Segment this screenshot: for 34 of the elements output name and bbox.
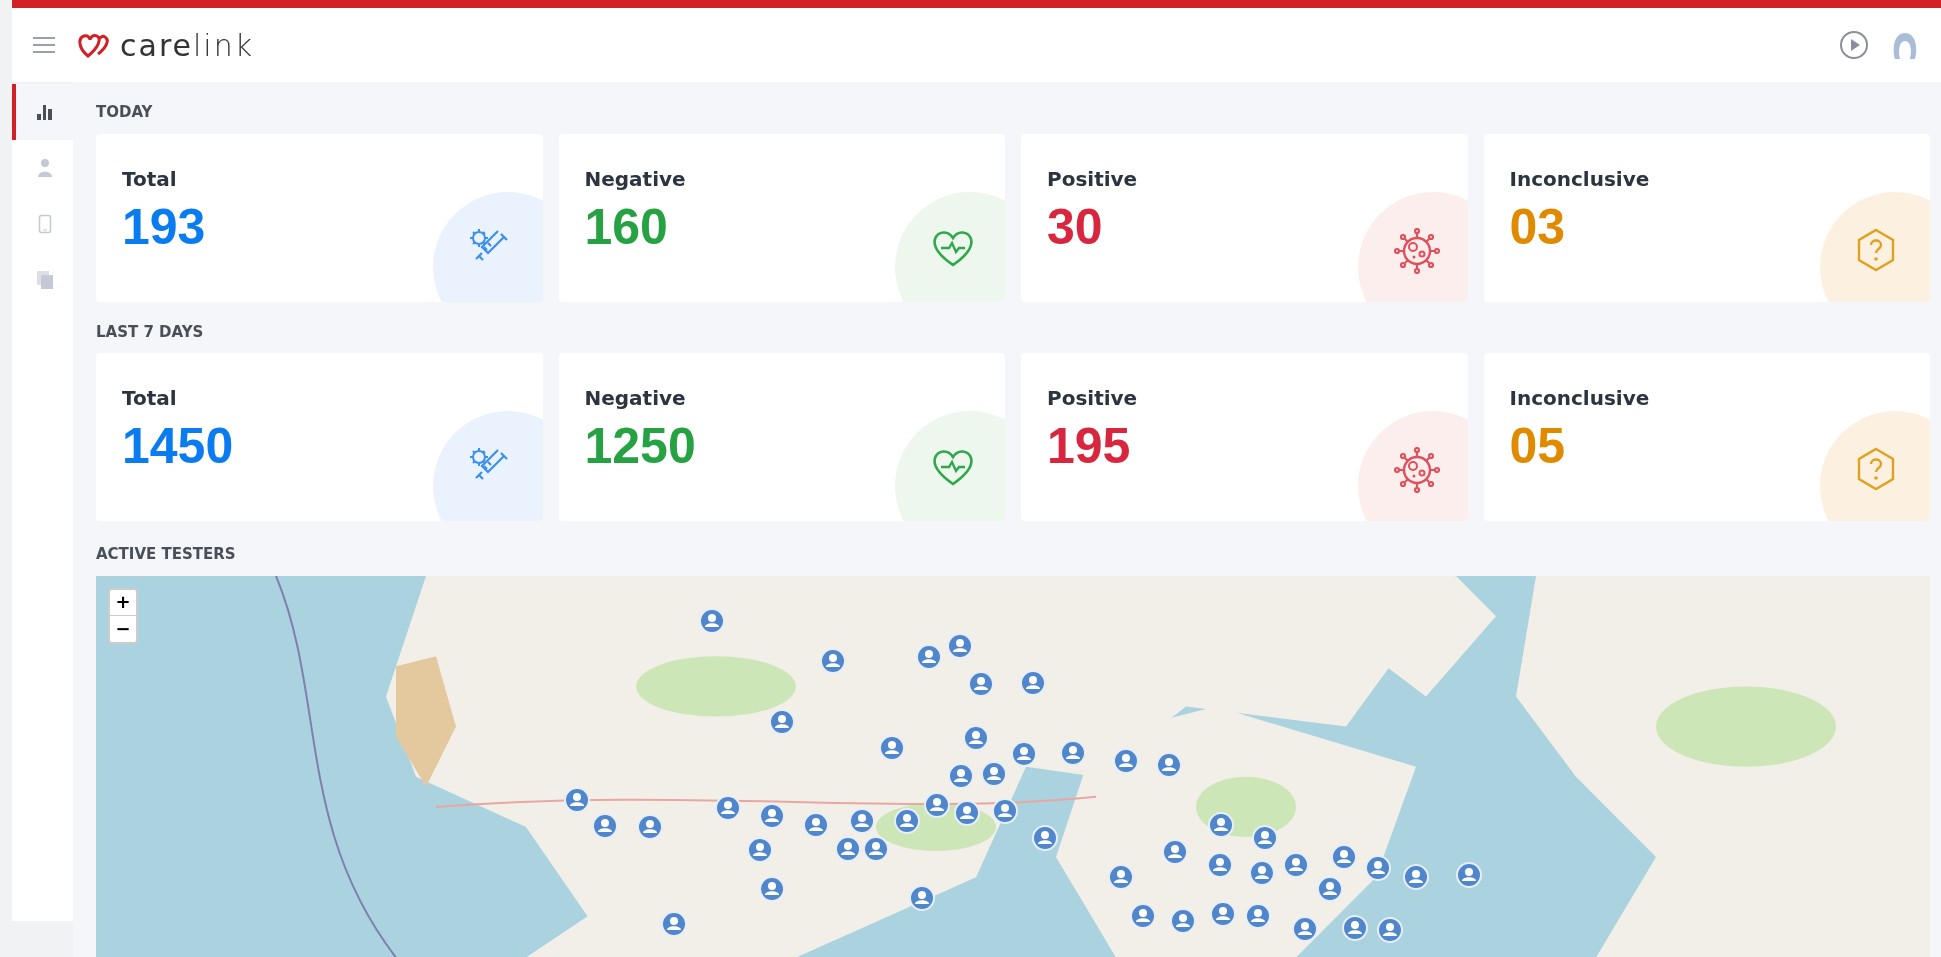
card-value: 1250 — [584, 421, 696, 471]
bar-chart-icon — [34, 102, 55, 122]
card-label: Negative — [584, 385, 686, 412]
menu-icon[interactable] — [32, 36, 56, 54]
card-label: Positive — [1047, 165, 1138, 193]
question-hexagon-icon — [1856, 447, 1896, 491]
card-value: 1450 — [122, 421, 234, 471]
card-value: 193 — [122, 201, 206, 252]
zoom-in-button[interactable]: + — [110, 589, 136, 616]
heart-pulse-icon — [931, 447, 975, 487]
play-icon[interactable] — [1839, 30, 1869, 60]
section-heading: ACTIVE TESTERS — [96, 544, 236, 565]
section-heading: LAST 7 DAYS — [96, 321, 204, 343]
zoom-out-button[interactable]: − — [110, 615, 136, 642]
card-value: 160 — [584, 201, 668, 252]
person-icon — [36, 158, 53, 178]
card-label: Inconclusive — [1509, 165, 1650, 193]
card-value: 03 — [1509, 201, 1566, 252]
card-value: 195 — [1047, 421, 1131, 471]
card-label: Negative — [584, 165, 686, 193]
card-label: Total — [122, 165, 177, 193]
question-hexagon-icon — [1856, 227, 1896, 272]
virus-icon — [1393, 227, 1440, 274]
phone-icon — [37, 214, 52, 234]
card-label: Positive — [1047, 385, 1138, 412]
card-value: 05 — [1509, 421, 1566, 471]
virus-icon — [1393, 447, 1440, 493]
logo-text: carelink — [120, 26, 255, 65]
section-heading: TODAY — [96, 102, 153, 123]
copy-icon — [35, 270, 54, 290]
sidebar-item[interactable] — [12, 84, 73, 140]
card-label: Inconclusive — [1509, 385, 1650, 412]
card-value: 30 — [1047, 201, 1103, 252]
card-label: Total — [122, 385, 177, 412]
